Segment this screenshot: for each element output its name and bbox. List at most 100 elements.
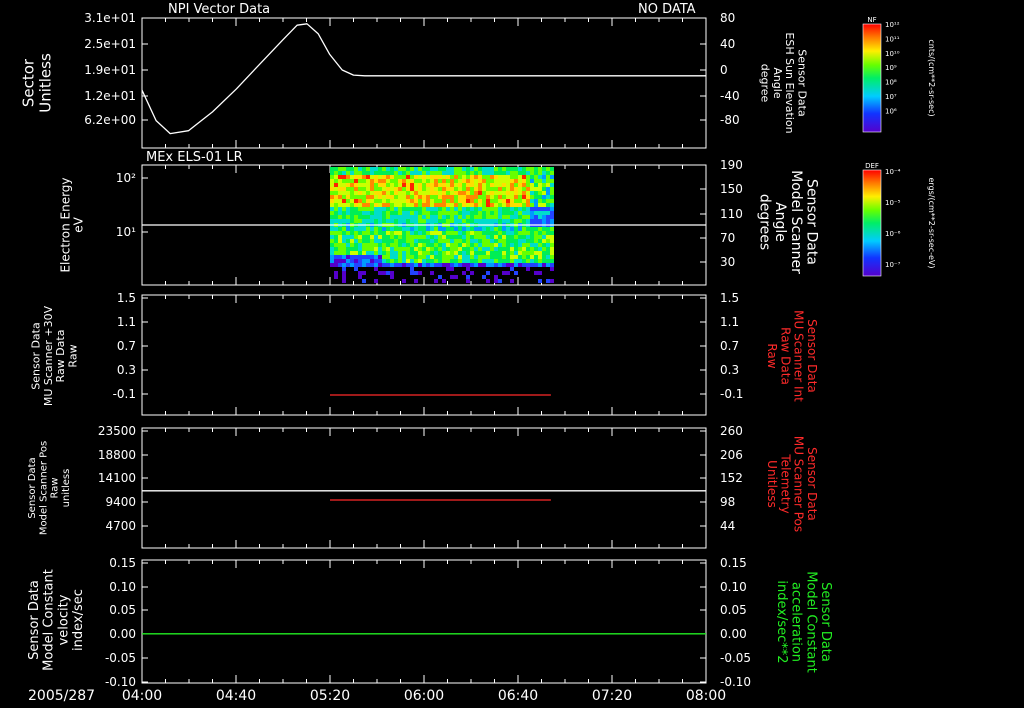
- spectrogram-cell: [426, 179, 430, 183]
- spectrogram-cell: [486, 239, 490, 243]
- spectrogram-cell: [406, 219, 410, 223]
- spectrogram-cell: [346, 183, 350, 187]
- spectrogram-cell: [498, 203, 502, 207]
- spectrogram-cell: [370, 211, 374, 215]
- spectrogram-cell: [334, 183, 338, 187]
- spectrogram-cell: [522, 187, 526, 191]
- spectrogram-cell: [466, 239, 470, 243]
- spectrogram-cell: [410, 267, 414, 271]
- panel-2-right-tick-label: 70: [720, 231, 735, 245]
- spectrogram-cell: [498, 175, 502, 179]
- spectrogram-cell: [346, 251, 350, 255]
- spectrogram-cell: [510, 231, 514, 235]
- spectrogram-cell: [474, 167, 478, 171]
- spectrogram-cell: [526, 239, 530, 243]
- spectrogram-cell: [386, 231, 390, 235]
- spectrogram-cell: [450, 255, 454, 259]
- spectrogram-cell: [518, 207, 522, 211]
- spectrogram-cell: [490, 195, 494, 199]
- spectrogram-cell: [538, 239, 542, 243]
- spectrogram-cell: [498, 235, 502, 239]
- spectrogram-cell: [438, 251, 442, 255]
- spectrogram-cell: [402, 247, 406, 251]
- spectrogram-cell: [426, 211, 430, 215]
- spectrogram-cell: [478, 239, 482, 243]
- spectrogram-cell: [386, 239, 390, 243]
- spectrogram-cell: [542, 239, 546, 243]
- spectrogram-cell: [426, 191, 430, 195]
- spectrogram-cell: [458, 191, 462, 195]
- spectrogram-cell: [458, 167, 462, 171]
- spectrogram-cell: [342, 211, 346, 215]
- spectrogram-cell: [502, 247, 506, 251]
- spectrogram-cell: [534, 239, 538, 243]
- spectrogram-cell: [374, 251, 378, 255]
- spectrogram-cell: [390, 203, 394, 207]
- spectrogram-cell: [390, 199, 394, 203]
- spectrogram-cell: [334, 199, 338, 203]
- spectrogram-cell: [378, 179, 382, 183]
- spectrogram-cell: [494, 191, 498, 195]
- spectrogram-cell: [362, 259, 366, 263]
- spectrogram-cell: [534, 195, 538, 199]
- colorbar-2-gradient: [863, 170, 881, 276]
- spectrogram-cell: [346, 171, 350, 175]
- spectrogram-cell: [430, 215, 434, 219]
- spectrogram-cell: [390, 175, 394, 179]
- spectrogram-cell: [374, 183, 378, 187]
- spectrogram-cell: [338, 211, 342, 215]
- spectrogram-cell: [418, 179, 422, 183]
- spectrogram-cell: [526, 227, 530, 231]
- spectrogram-cell: [386, 227, 390, 231]
- spectrogram-cell: [382, 195, 386, 199]
- spectrogram-cell: [458, 215, 462, 219]
- spectrogram-cell: [410, 235, 414, 239]
- spectrogram-cell: [498, 171, 502, 175]
- spectrogram-cell: [406, 167, 410, 171]
- panel-2-ylabel-right: Model Scanner: [788, 170, 804, 274]
- spectrogram-cell: [494, 259, 498, 263]
- spectrogram-cell: [542, 167, 546, 171]
- spectrogram-cell: [534, 219, 538, 223]
- spectrogram-cell: [490, 211, 494, 215]
- spectrogram-cell: [442, 231, 446, 235]
- spectrogram-cell: [382, 211, 386, 215]
- spectrogram-cell: [534, 199, 538, 203]
- spectrogram-cell: [542, 203, 546, 207]
- spectrogram-cell: [498, 187, 502, 191]
- spectrogram-cell: [502, 271, 506, 275]
- spectrogram-cell: [358, 179, 362, 183]
- spectrogram-cell: [514, 227, 518, 231]
- panel-3-ylabel-right: Sensor Data: [805, 319, 819, 393]
- spectrogram-cell: [538, 279, 542, 283]
- spectrogram-cell: [546, 231, 550, 235]
- time-tick-label: 05:20: [310, 688, 350, 704]
- spectrogram-cell: [382, 259, 386, 263]
- spectrogram-cell: [358, 207, 362, 211]
- spectrogram-cell: [398, 207, 402, 211]
- spectrogram-cell: [462, 215, 466, 219]
- spectrogram-cell: [378, 247, 382, 251]
- spectrogram-cell: [414, 263, 418, 267]
- spectrogram-cell: [410, 175, 414, 179]
- spectrogram-cell: [398, 215, 402, 219]
- spectrogram-cell: [498, 259, 502, 263]
- spectrogram-cell: [362, 279, 366, 283]
- spectrogram-cell: [442, 179, 446, 183]
- spectrogram-cell: [426, 255, 430, 259]
- spectrogram-cell: [330, 247, 334, 251]
- spectrogram-cell: [402, 219, 406, 223]
- spectrogram-cell: [362, 219, 366, 223]
- spectrogram-cell: [398, 199, 402, 203]
- spectrogram-cell: [434, 203, 438, 207]
- spectrogram-cell: [526, 219, 530, 223]
- spectrogram-cell: [394, 227, 398, 231]
- spectrogram-cell: [418, 219, 422, 223]
- spectrogram-cell: [358, 203, 362, 207]
- spectrogram-cell: [350, 207, 354, 211]
- spectrogram-cell: [434, 235, 438, 239]
- spectrogram-cell: [390, 195, 394, 199]
- spectrogram-cell: [462, 183, 466, 187]
- spectrogram-cell: [454, 255, 458, 259]
- spectrogram-cell: [378, 171, 382, 175]
